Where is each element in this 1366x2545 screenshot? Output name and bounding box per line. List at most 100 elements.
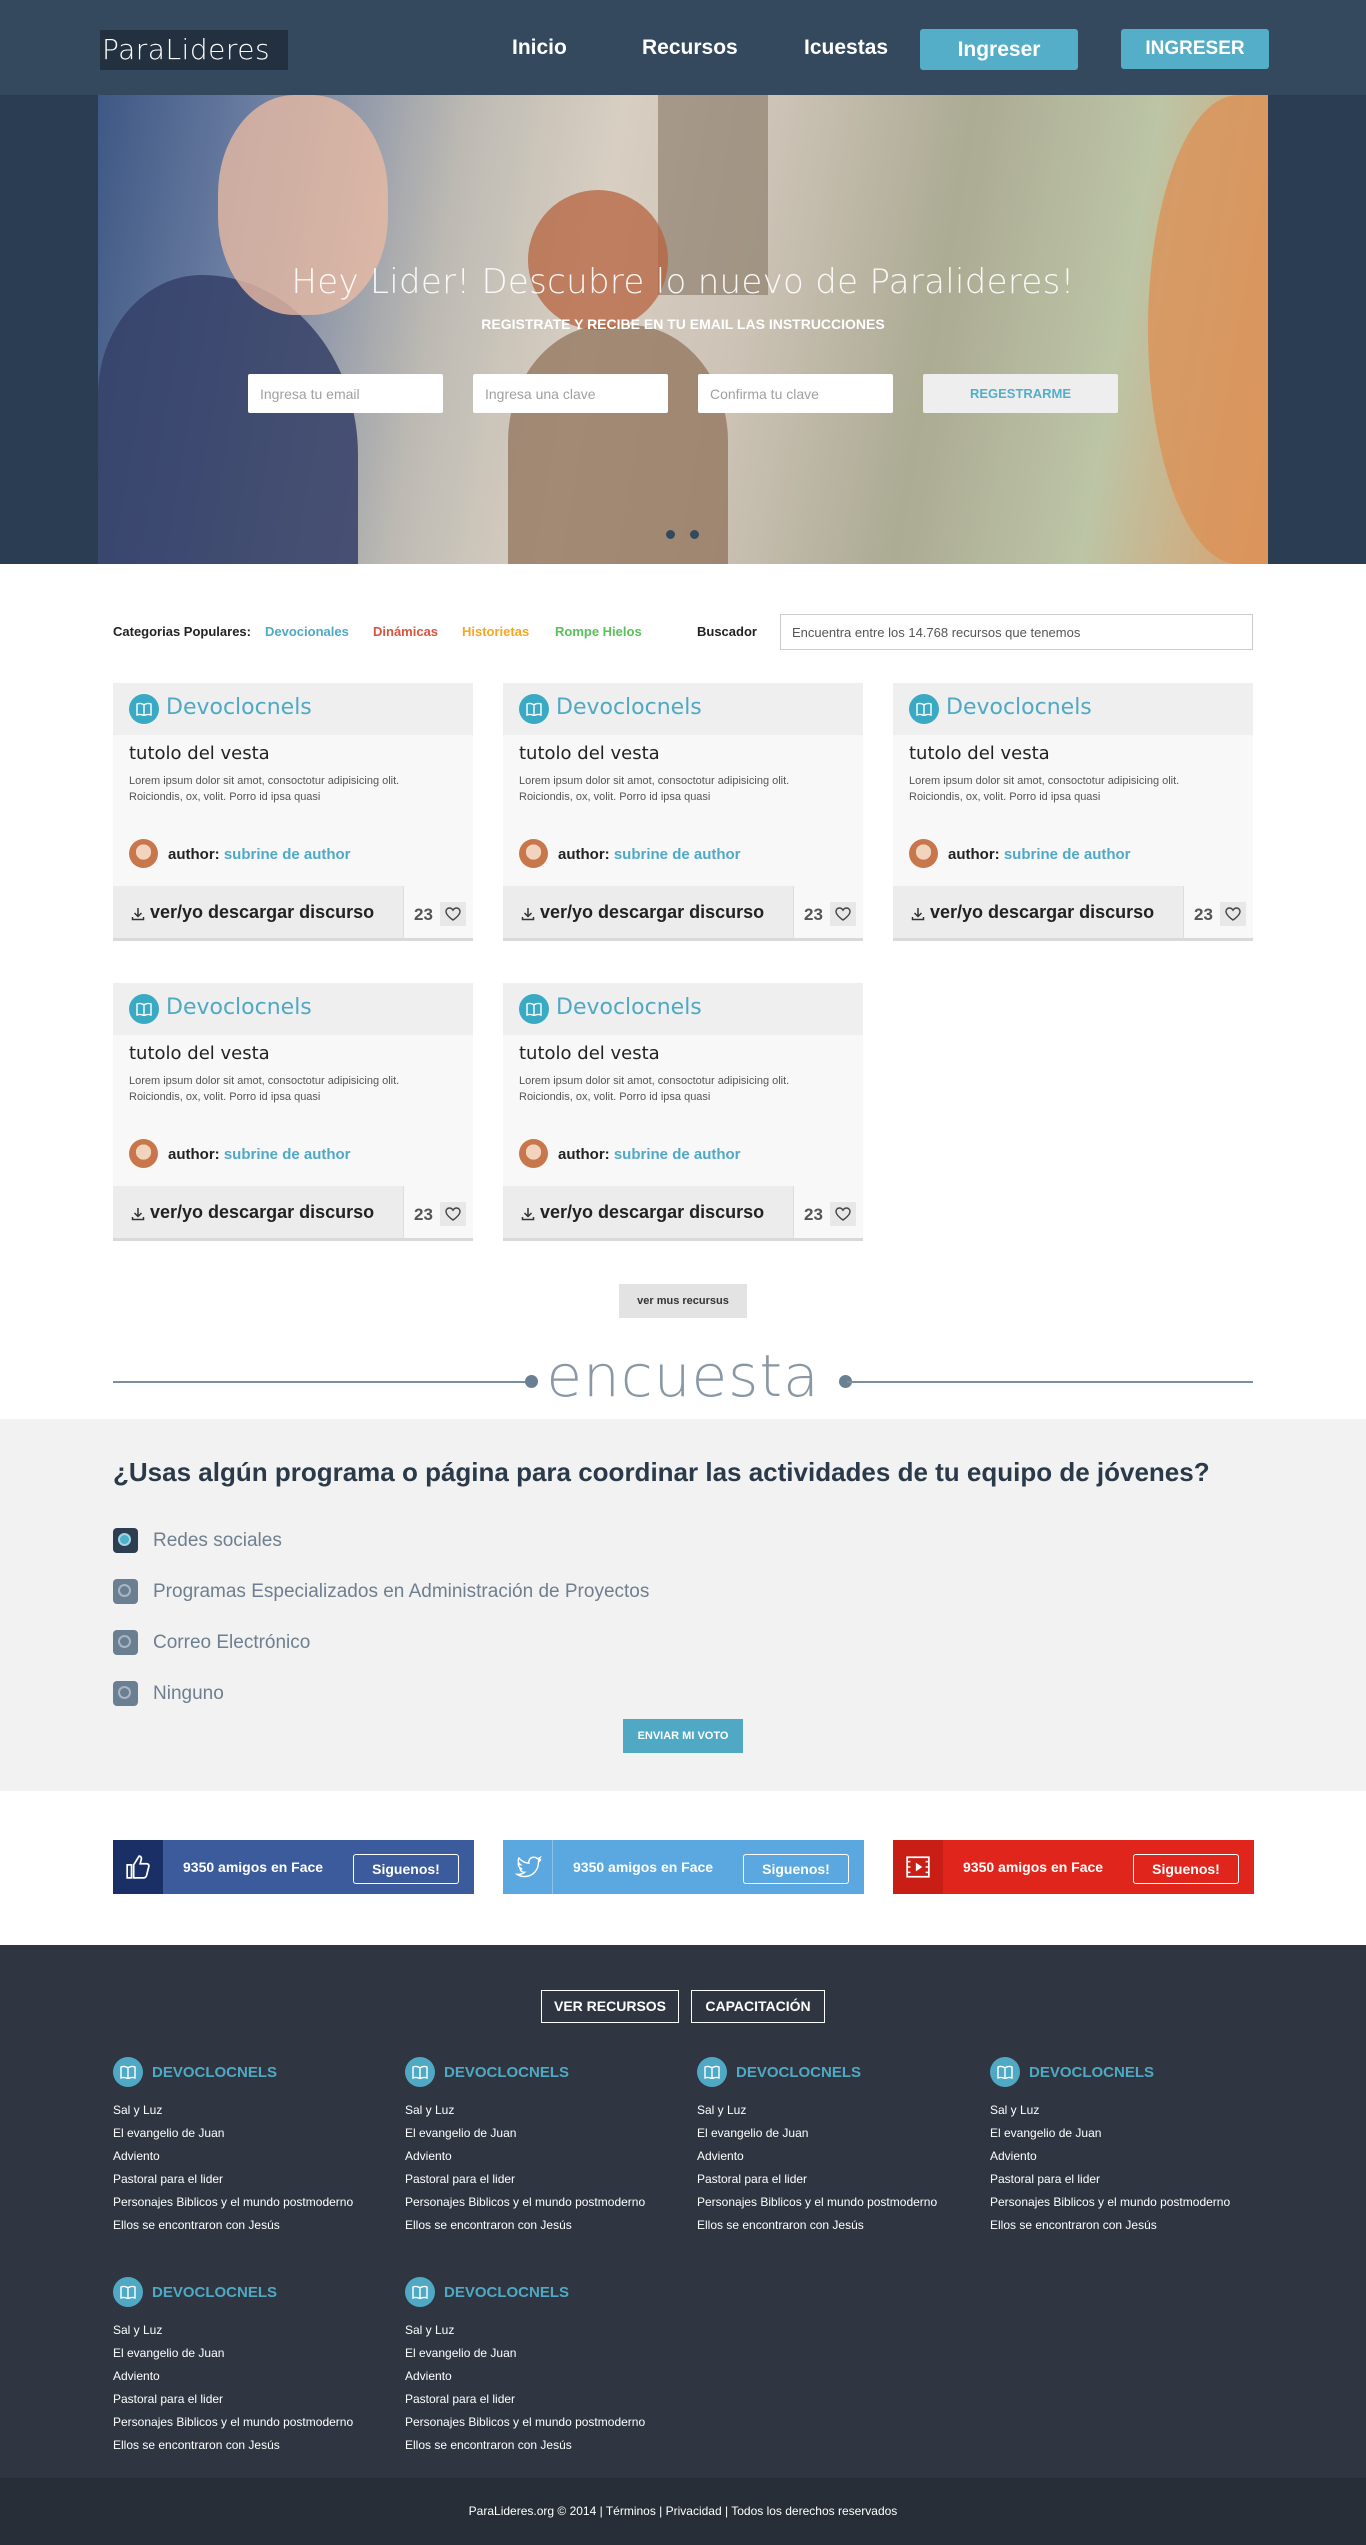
footer-link[interactable]: Ellos se encontraron con Jesús — [405, 2434, 685, 2457]
footer-column-title[interactable]: DEVOCLOCNELS — [736, 2064, 861, 2081]
footer-link[interactable]: Adviento — [113, 2145, 393, 2168]
footer-link[interactable]: Ellos se encontraron con Jesús — [405, 2214, 685, 2237]
card-category[interactable]: Devoclocnels — [946, 695, 1092, 720]
footer-link[interactable]: Pastoral para el lider — [113, 2168, 393, 2191]
login-button-alt[interactable]: INGRESER — [1121, 29, 1269, 69]
category-rompe-hielos[interactable]: Rompe Hielos — [555, 624, 642, 639]
download-label[interactable]: ver/yo descargar discurso — [150, 902, 374, 923]
category-dinamicas[interactable]: Dinámicas — [373, 624, 438, 639]
footer-link[interactable]: Personajes Biblicos y el mundo postmoder… — [405, 2191, 685, 2214]
footer-link[interactable]: El evangelio de Juan — [405, 2122, 685, 2145]
nav-inicio[interactable]: Inicio — [512, 36, 567, 60]
author-link[interactable]: subrine de author — [224, 846, 351, 863]
footer-link[interactable]: Pastoral para el lider — [990, 2168, 1270, 2191]
card-category[interactable]: Devoclocnels — [166, 695, 312, 720]
card-category[interactable]: Devoclocnels — [556, 695, 702, 720]
author-link[interactable]: subrine de author — [614, 1146, 741, 1163]
download-button[interactable]: ver/yo descargar discurso — [503, 1186, 793, 1241]
footer-link[interactable]: Ellos se encontraron con Jesús — [697, 2214, 977, 2237]
download-label[interactable]: ver/yo descargar discurso — [540, 1202, 764, 1223]
nav-recursos[interactable]: Recursos — [642, 36, 738, 60]
facebook-follow-button[interactable]: Siguenos! — [353, 1854, 459, 1884]
youtube-follow-button[interactable]: Siguenos! — [1133, 1854, 1239, 1884]
footer-link[interactable]: El evangelio de Juan — [990, 2122, 1270, 2145]
footer-column-title[interactable]: DEVOCLOCNELS — [1029, 2064, 1154, 2081]
footer-link[interactable]: Personajes Biblicos y el mundo postmoder… — [697, 2191, 977, 2214]
footer-link[interactable]: El evangelio de Juan — [405, 2342, 685, 2365]
slide-dot-1[interactable] — [666, 530, 675, 539]
register-button[interactable]: REGESTRARME — [923, 374, 1118, 413]
twitter-follow-button[interactable]: Siguenos! — [743, 1854, 849, 1884]
card-category[interactable]: Devoclocnels — [556, 995, 702, 1020]
footer-link[interactable]: Pastoral para el lider — [405, 2388, 685, 2411]
footer-link[interactable]: Adviento — [113, 2365, 393, 2388]
download-button[interactable]: ver/yo descargar discurso — [113, 1186, 403, 1241]
heart-icon[interactable] — [1220, 902, 1246, 926]
footer-link[interactable]: Personajes Biblicos y el mundo postmoder… — [990, 2191, 1270, 2214]
download-button[interactable]: ver/yo descargar discurso — [503, 886, 793, 941]
footer-column-title[interactable]: DEVOCLOCNELS — [444, 2284, 569, 2301]
download-label[interactable]: ver/yo descargar discurso — [150, 1202, 374, 1223]
heart-icon[interactable] — [440, 1202, 466, 1226]
radio-button[interactable] — [113, 1681, 138, 1706]
footer-link[interactable]: El evangelio de Juan — [697, 2122, 977, 2145]
footer-link[interactable]: Personajes Biblicos y el mundo postmoder… — [405, 2411, 685, 2434]
footer-column-title[interactable]: DEVOCLOCNELS — [444, 2064, 569, 2081]
more-resources-button[interactable]: ver mus recursus — [619, 1284, 747, 1318]
footer-link[interactable]: Ellos se encontraron con Jesús — [990, 2214, 1270, 2237]
author-link[interactable]: subrine de author — [224, 1146, 351, 1163]
card-title[interactable]: tutolo del vesta — [519, 743, 660, 764]
footer-column-title[interactable]: DEVOCLOCNELS — [152, 2284, 277, 2301]
footer-link[interactable]: Ellos se encontraron con Jesús — [113, 2214, 393, 2237]
heart-icon[interactable] — [830, 1202, 856, 1226]
slide-dot-2[interactable] — [690, 530, 699, 539]
footer-link[interactable]: Adviento — [990, 2145, 1270, 2168]
footer-link[interactable]: Adviento — [697, 2145, 977, 2168]
download-label[interactable]: ver/yo descargar discurso — [540, 902, 764, 923]
card-title[interactable]: tutolo del vesta — [519, 1043, 660, 1064]
footer-link[interactable]: Sal y Luz — [697, 2099, 977, 2122]
heart-icon[interactable] — [440, 902, 466, 926]
category-historietas[interactable]: Historietas — [462, 624, 529, 639]
footer-resources-button[interactable]: VER RECURSOS — [541, 1990, 679, 2023]
footer-link[interactable]: Adviento — [405, 2365, 685, 2388]
poll-option-label[interactable]: Programas Especializados en Administraci… — [153, 1581, 649, 1603]
search-input[interactable] — [780, 614, 1253, 650]
footer-link[interactable]: Adviento — [405, 2145, 685, 2168]
card-title[interactable]: tutolo del vesta — [129, 743, 270, 764]
download-label[interactable]: ver/yo descargar discurso — [930, 902, 1154, 923]
footer-link[interactable]: Sal y Luz — [113, 2319, 393, 2342]
poll-option-label[interactable]: Redes sociales — [153, 1530, 282, 1552]
footer-link[interactable]: Personajes Biblicos y el mundo postmoder… — [113, 2411, 393, 2434]
download-button[interactable]: ver/yo descargar discurso — [893, 886, 1183, 941]
card-category[interactable]: Devoclocnels — [166, 995, 312, 1020]
password-field[interactable] — [473, 374, 668, 413]
confirm-password-field[interactable] — [698, 374, 893, 413]
poll-option-label[interactable]: Ninguno — [153, 1683, 224, 1705]
card-title[interactable]: tutolo del vesta — [909, 743, 1050, 764]
nav-encuestas[interactable]: Icuestas — [804, 36, 888, 60]
footer-link[interactable]: Pastoral para el lider — [405, 2168, 685, 2191]
vote-button[interactable]: ENVIAR MI VOTO — [623, 1719, 743, 1753]
radio-button[interactable] — [113, 1528, 138, 1553]
footer-link[interactable]: Sal y Luz — [990, 2099, 1270, 2122]
footer-link[interactable]: Sal y Luz — [113, 2099, 393, 2122]
poll-option-label[interactable]: Correo Electrónico — [153, 1632, 310, 1654]
footer-link[interactable]: Sal y Luz — [405, 2319, 685, 2342]
footer-column-title[interactable]: DEVOCLOCNELS — [152, 2064, 277, 2081]
radio-button[interactable] — [113, 1579, 138, 1604]
site-logo[interactable]: ParaLideres — [100, 30, 288, 70]
category-devocionales[interactable]: Devocionales — [265, 624, 349, 639]
email-field[interactable] — [248, 374, 443, 413]
author-link[interactable]: subrine de author — [614, 846, 741, 863]
footer-link[interactable]: Ellos se encontraron con Jesús — [113, 2434, 393, 2457]
footer-training-button[interactable]: CAPACITACIÓN — [691, 1990, 825, 2023]
footer-link[interactable]: Personajes Biblicos y el mundo postmoder… — [113, 2191, 393, 2214]
footer-link[interactable]: El evangelio de Juan — [113, 2342, 393, 2365]
author-link[interactable]: subrine de author — [1004, 846, 1131, 863]
footer-link[interactable]: Pastoral para el lider — [113, 2388, 393, 2411]
footer-link[interactable]: El evangelio de Juan — [113, 2122, 393, 2145]
footer-link[interactable]: Pastoral para el lider — [697, 2168, 977, 2191]
card-title[interactable]: tutolo del vesta — [129, 1043, 270, 1064]
footer-link[interactable]: Sal y Luz — [405, 2099, 685, 2122]
